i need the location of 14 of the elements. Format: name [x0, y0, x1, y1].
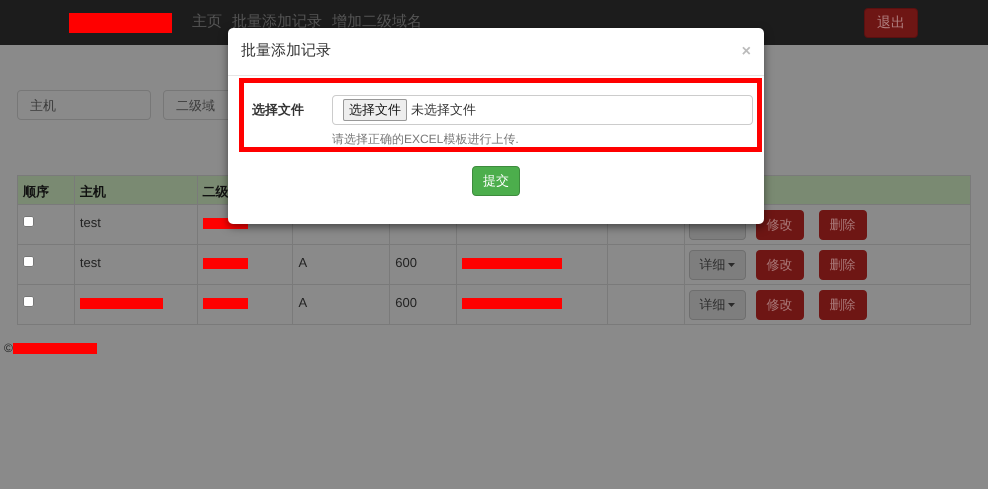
- table-cell: 600: [395, 255, 417, 270]
- table-cell: 600: [395, 295, 417, 310]
- file-status: 未选择文件: [411, 101, 476, 120]
- column-header: 二级: [202, 184, 229, 199]
- copyright-text: ©: [4, 340, 13, 357]
- table-cell: A: [298, 255, 308, 270]
- field-label: 选择文件: [252, 101, 305, 120]
- dialog-title: 批量添加记录: [241, 41, 331, 62]
- table-cell: test: [80, 215, 101, 230]
- help-text: 请选择正确的EXCEL模板进行上传.: [332, 131, 520, 148]
- column-header: 主机: [80, 184, 106, 199]
- table-cell: A: [298, 295, 308, 310]
- column-header: 顺序: [23, 184, 49, 199]
- table-cell: test: [80, 255, 101, 270]
